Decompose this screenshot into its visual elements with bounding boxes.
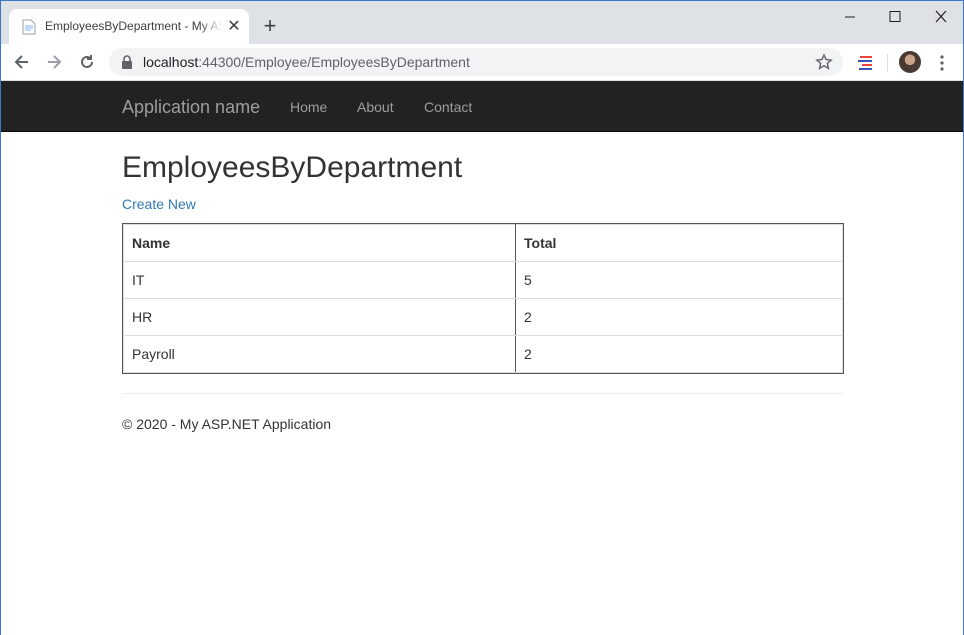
forward-arrow-icon[interactable] (44, 52, 64, 72)
tab-strip: EmployeesByDepartment - My ASP.NET Appli… (1, 1, 963, 44)
cell-total: 5 (515, 261, 843, 299)
cell-name: IT (123, 261, 516, 299)
column-header-name: Name (123, 224, 516, 262)
nav-link-contact[interactable]: Contact (424, 99, 472, 115)
table-row: Payroll 2 (123, 335, 843, 373)
cell-total: 2 (515, 298, 843, 336)
nav-link-home[interactable]: Home (290, 99, 327, 115)
window-close-icon[interactable] (930, 7, 952, 27)
table-header-row: Name Total (123, 224, 843, 262)
minimize-icon[interactable] (839, 7, 861, 27)
address-bar[interactable]: localhost:44300/Employee/EmployeesByDepa… (109, 48, 843, 76)
create-new-link[interactable]: Create New (122, 196, 196, 212)
tab-title: EmployeesByDepartment - My ASP.NET Appli… (45, 19, 223, 33)
avatar[interactable] (899, 51, 921, 73)
back-arrow-icon[interactable] (12, 52, 32, 72)
browser-tab[interactable]: EmployeesByDepartment - My ASP.NET Appli… (9, 9, 249, 44)
cell-total: 2 (515, 335, 843, 373)
browser-window: EmployeesByDepartment - My ASP.NET Appli… (0, 0, 964, 635)
brand-link[interactable]: Application name (122, 97, 260, 118)
page-title: EmployeesByDepartment (122, 151, 463, 184)
maximize-icon[interactable] (884, 7, 906, 27)
lock-icon (122, 55, 132, 69)
extension-icon[interactable] (856, 52, 876, 72)
toolbar-separator (887, 54, 888, 72)
footer-text: © 2020 - My ASP.NET Application (122, 416, 332, 432)
menu-dots-icon[interactable] (935, 53, 949, 73)
url-text[interactable]: localhost:44300/Employee/EmployeesByDepa… (143, 54, 470, 70)
star-icon[interactable] (815, 53, 833, 71)
site-navbar: Application name Home About Contact (1, 81, 963, 132)
url-path: :44300/Employee/EmployeesByDepartment (198, 54, 470, 70)
cell-name: HR (123, 298, 516, 336)
close-icon[interactable]: ✕ (226, 19, 242, 35)
department-table: Name Total IT 5 HR 2 Payroll 2 (122, 223, 844, 374)
footer-divider (122, 393, 843, 394)
table-row: IT 5 (123, 261, 843, 299)
new-tab-button[interactable]: + (259, 15, 281, 37)
page-icon (22, 19, 36, 35)
url-host: localhost (143, 54, 199, 70)
reload-icon[interactable] (77, 52, 97, 72)
nav-link-about[interactable]: About (357, 99, 394, 115)
cell-name: Payroll (123, 335, 516, 373)
table-row: HR 2 (123, 298, 843, 336)
browser-toolbar: localhost:44300/Employee/EmployeesByDepa… (1, 44, 963, 81)
column-header-total: Total (515, 224, 843, 262)
